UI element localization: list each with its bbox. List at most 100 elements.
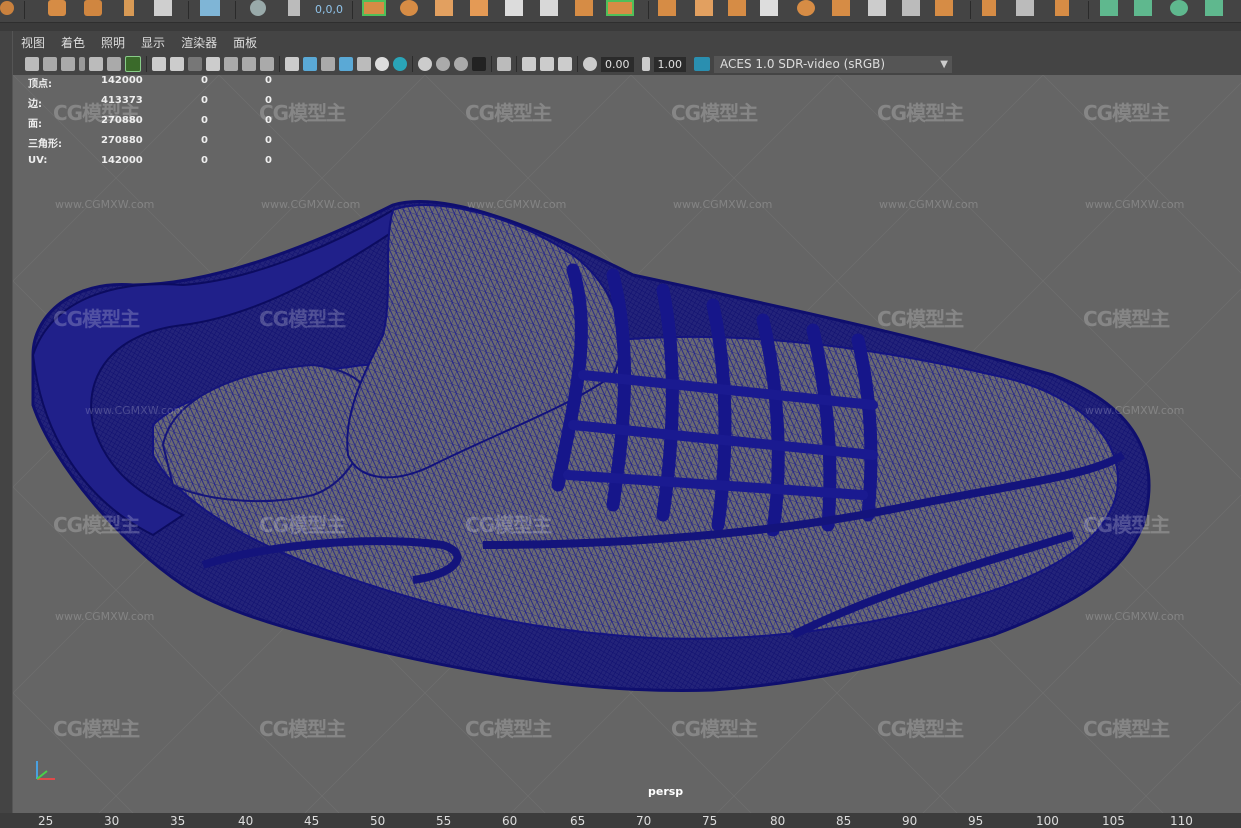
xray-joints-icon[interactable] xyxy=(558,57,572,71)
watermark-logo: CG模型主 xyxy=(53,101,140,125)
shelf-uv-icon[interactable] xyxy=(1100,0,1118,16)
motion-blur-icon[interactable] xyxy=(436,57,450,71)
time-slider[interactable]: 25 30 35 40 45 50 55 60 65 70 75 80 85 9… xyxy=(0,813,1241,828)
watermark-logo: CG模型主 xyxy=(259,101,346,125)
safe-title-icon[interactable] xyxy=(260,57,274,71)
bookmarks-icon[interactable] xyxy=(61,57,75,71)
grid-icon[interactable] xyxy=(152,57,166,71)
watermark-logo: CG模型主 xyxy=(1083,513,1170,537)
shelf-merge-icon[interactable] xyxy=(935,0,953,16)
shelf-uv-cylinder-icon[interactable] xyxy=(1170,0,1188,16)
isolate-select-icon[interactable] xyxy=(497,57,511,71)
watermark-logo: CG模型主 xyxy=(877,101,964,125)
shelf-bridge-icon[interactable] xyxy=(695,0,713,16)
hud-value: 270880 xyxy=(101,135,143,146)
shelf-target-weld-icon[interactable] xyxy=(902,0,920,16)
wireframe-icon[interactable] xyxy=(285,57,299,71)
smooth-shade-icon[interactable] xyxy=(303,57,317,71)
viewport-3d[interactable]: 顶点: 142000 0 0 边: 413373 0 0 面: 270880 0… xyxy=(13,75,1241,813)
shelf-fill-hole-icon[interactable] xyxy=(760,0,778,16)
shelf-divider xyxy=(1088,1,1089,19)
shelf-pipe-icon[interactable] xyxy=(84,0,102,16)
hud-label: UV: xyxy=(28,155,48,166)
timeline-tick: 65 xyxy=(570,814,586,828)
shelf-combine-icon[interactable] xyxy=(362,0,386,16)
shelf-boolean-icon[interactable] xyxy=(470,0,488,16)
shelf-reduce-icon[interactable] xyxy=(540,0,558,16)
shadows-icon[interactable] xyxy=(393,57,407,71)
viewport-scene xyxy=(13,75,1241,813)
watermark-url: www.CGMXW.com xyxy=(1085,404,1185,417)
xray-icon[interactable] xyxy=(522,57,536,71)
hud-value: 0 xyxy=(265,75,272,86)
select-camera-icon[interactable] xyxy=(25,57,39,71)
menu-view[interactable]: 视图 xyxy=(21,34,45,51)
watermark-url: www.CGMXW.com xyxy=(261,198,361,211)
shelf-divider xyxy=(24,1,25,19)
shelf-coord-readout: 0,0,0 xyxy=(315,3,343,16)
menu-lighting[interactable]: 照明 xyxy=(101,34,125,51)
xray-wire-icon[interactable] xyxy=(339,57,353,71)
shelf-bevel-icon[interactable] xyxy=(728,0,746,16)
resolution-gate-icon[interactable] xyxy=(188,57,202,71)
use-lights-icon[interactable] xyxy=(375,57,389,71)
shelf-wedge-icon[interactable] xyxy=(832,0,850,16)
anti-alias-icon[interactable] xyxy=(454,57,468,71)
shelf-uv-auto-icon[interactable] xyxy=(1205,0,1223,16)
watermark-url: www.CGMXW.com xyxy=(1085,198,1185,211)
wireframe-on-shaded-icon[interactable] xyxy=(321,57,335,71)
shelf-poke-icon[interactable] xyxy=(797,0,815,16)
shelf-divider xyxy=(648,1,649,19)
menu-renderer[interactable]: 渲染器 xyxy=(181,34,217,51)
ambient-occlusion-icon[interactable] xyxy=(418,57,432,71)
shelf-smooth-icon[interactable] xyxy=(505,0,523,16)
shelf-torus-icon[interactable] xyxy=(48,0,66,16)
shelf-extrude-icon[interactable] xyxy=(658,0,676,16)
shelf-extract-icon[interactable] xyxy=(435,0,453,16)
shelf-mirror-icon[interactable] xyxy=(575,0,593,16)
watermark-logo: CG模型主 xyxy=(465,513,552,537)
menu-show[interactable]: 显示 xyxy=(141,34,165,51)
watermark-url: www.CGMXW.com xyxy=(55,198,155,211)
safe-action-icon[interactable] xyxy=(242,57,256,71)
exposure-icon[interactable] xyxy=(583,57,597,71)
hud-value: 0 xyxy=(265,135,272,146)
film-gate-icon[interactable] xyxy=(170,57,184,71)
shelf-crease-icon[interactable] xyxy=(1016,0,1034,16)
field-chart-icon[interactable] xyxy=(224,57,238,71)
shelf-svg-icon[interactable] xyxy=(154,0,172,16)
toolbar-divider xyxy=(491,56,492,72)
2d-pan-zoom-icon[interactable] xyxy=(89,57,103,71)
menu-shading[interactable]: 着色 xyxy=(61,34,85,51)
gamma-field[interactable]: 1.00 xyxy=(653,56,686,72)
gate-mask-icon[interactable] xyxy=(206,57,220,71)
shelf-sphere-icon[interactable] xyxy=(0,1,14,15)
timeline-tick: 95 xyxy=(968,814,984,828)
shelf-snap-icon[interactable] xyxy=(250,0,266,16)
panel-toolbar: 0.00 1.00 ACES 1.0 SDR-video (sRGB) ▼ xyxy=(13,53,1241,75)
timeline-tick: 50 xyxy=(370,814,386,828)
timeline-tick: 35 xyxy=(170,814,186,828)
shelf-grid-icon[interactable] xyxy=(200,0,220,16)
camera-attributes-icon[interactable] xyxy=(43,57,57,71)
gamma-icon[interactable] xyxy=(641,57,650,71)
shelf-slide-icon[interactable] xyxy=(1055,0,1069,16)
textured-icon[interactable] xyxy=(357,57,371,71)
shelf-separate-icon[interactable] xyxy=(400,0,418,16)
shelf-uv-planar-icon[interactable] xyxy=(1134,0,1152,16)
xray-active-icon[interactable] xyxy=(540,57,554,71)
depth-of-field-icon[interactable] xyxy=(472,57,486,71)
shelf-freeze-icon[interactable] xyxy=(288,0,300,16)
shelf-multicut-icon[interactable] xyxy=(868,0,886,16)
image-plane-icon[interactable] xyxy=(79,57,85,71)
shelf-cleanup-icon[interactable] xyxy=(606,0,634,16)
exposure-field[interactable]: 0.00 xyxy=(601,56,634,72)
shelf-pen-icon[interactable] xyxy=(982,0,996,16)
color-space-dropdown[interactable]: ACES 1.0 SDR-video (sRGB) ▼ xyxy=(714,55,952,73)
menu-panels[interactable]: 面板 xyxy=(233,34,257,51)
shelf-text-icon[interactable] xyxy=(124,0,134,16)
hud-value: 0 xyxy=(201,115,208,126)
grease-pencil-icon[interactable] xyxy=(107,57,121,71)
pencil-icon[interactable] xyxy=(125,56,141,72)
color-management-icon[interactable] xyxy=(694,57,710,71)
